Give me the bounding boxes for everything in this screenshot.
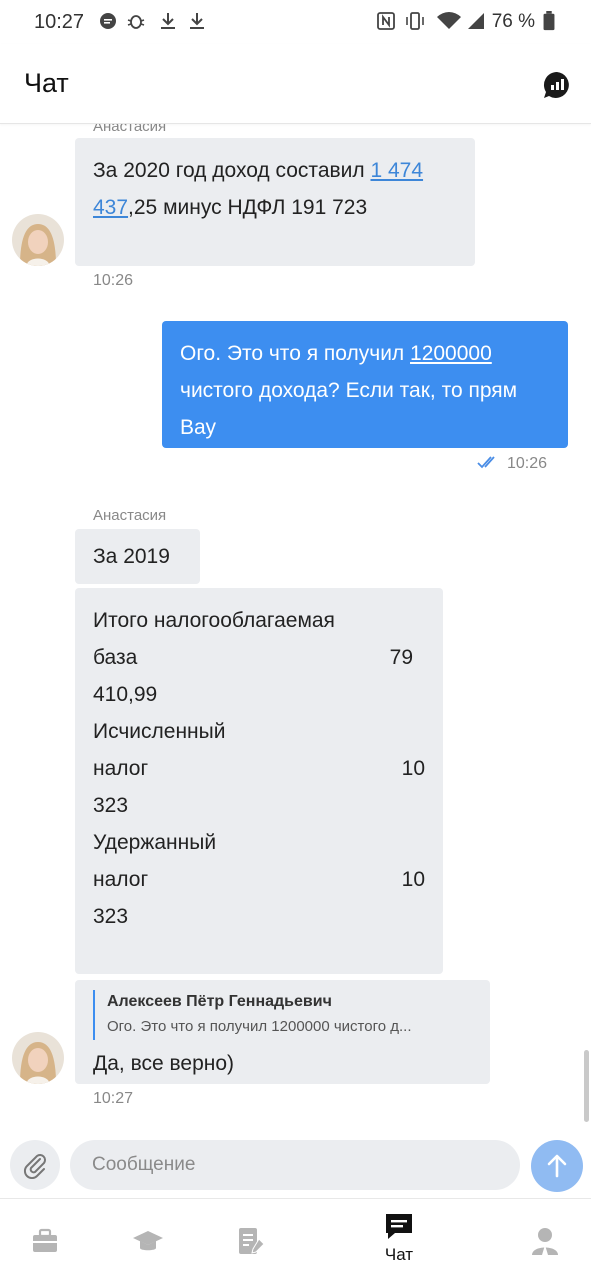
nfc-icon bbox=[377, 12, 395, 30]
download-icon bbox=[190, 13, 204, 29]
battery-icon bbox=[543, 11, 555, 31]
tax-label: налог bbox=[93, 868, 149, 891]
number-link[interactable]: 1200000 bbox=[410, 342, 492, 365]
message-time: 10:27 bbox=[93, 1090, 134, 1107]
app-header: Чат bbox=[0, 44, 591, 124]
message-bubble-icon bbox=[100, 13, 116, 29]
message-text: За 2019 bbox=[93, 545, 170, 568]
nav-item-label: Чат bbox=[384, 1245, 414, 1264]
vibrate-icon bbox=[406, 12, 424, 30]
graduation-cap-icon bbox=[133, 1231, 163, 1251]
send-button[interactable] bbox=[531, 1140, 583, 1192]
profile-icon bbox=[532, 1228, 558, 1255]
avatar[interactable] bbox=[12, 214, 64, 266]
message-text: За 2020 год доход составил bbox=[93, 159, 371, 182]
wifi-icon bbox=[437, 12, 461, 29]
message-time: 10:26 bbox=[507, 455, 548, 472]
sender-name: Анастасия bbox=[93, 507, 167, 524]
tax-value: 79 bbox=[389, 646, 413, 669]
tax-line: Итого налогооблагаемая bbox=[93, 602, 425, 639]
tax-row: налог 10 bbox=[93, 750, 425, 787]
tax-line: Удержанный bbox=[93, 824, 425, 861]
nav-item-education[interactable] bbox=[89, 1199, 207, 1280]
download-icon bbox=[161, 13, 175, 29]
document-edit-icon bbox=[239, 1228, 265, 1254]
message-list[interactable]: Анастасия За 2020 год доход составил 1 4… bbox=[0, 124, 591, 1132]
chat-icon bbox=[386, 1214, 412, 1239]
message-text: Итого налогооблагаемая bbox=[93, 609, 335, 632]
tax-label: налог bbox=[93, 757, 149, 780]
reply-quote[interactable]: Алексеев Пётр Геннадьевич Ого. Это что я… bbox=[93, 990, 472, 1040]
composer bbox=[0, 1132, 591, 1198]
tax-line: 323 bbox=[93, 787, 425, 824]
briefcase-icon bbox=[33, 1228, 57, 1252]
nav-item-chat[interactable]: Чат bbox=[340, 1199, 458, 1280]
incoming-message[interactable]: За 2020 год доход составил 1 474 437,25 … bbox=[75, 138, 475, 266]
incoming-message[interactable]: Итого налогооблагаемая база 79 410,99 Исч… bbox=[75, 588, 443, 974]
message-time: 10:26 bbox=[93, 272, 134, 289]
tax-line: Исчисленный bbox=[93, 713, 425, 750]
quote-text: Ого. Это что я получил 1200000 чистого д… bbox=[107, 1018, 412, 1035]
status-time: 10:27 bbox=[34, 11, 85, 33]
bottom-nav: Чат bbox=[0, 1198, 591, 1280]
message-text: чистого дохода? Если так, то прям Вау bbox=[180, 379, 518, 439]
status-bar: 10:27 76 % bbox=[0, 0, 591, 44]
message-text: 323 bbox=[93, 905, 129, 928]
attach-button[interactable] bbox=[10, 1140, 60, 1190]
tax-line: 410,99 bbox=[93, 676, 425, 713]
avatar[interactable] bbox=[12, 1032, 64, 1084]
tax-label: база bbox=[93, 646, 138, 669]
sender-name: Анастасия bbox=[93, 124, 167, 135]
message-text: Да, все верно) bbox=[93, 1052, 235, 1075]
avatar-photo bbox=[12, 214, 64, 266]
signal-icon bbox=[468, 13, 484, 29]
avatar-photo bbox=[12, 1032, 64, 1084]
outgoing-message[interactable]: Ого. Это что я получил 1200000 чистого д… bbox=[162, 321, 568, 448]
battery-percent: 76 % bbox=[491, 11, 535, 32]
incoming-reply-message[interactable]: Алексеев Пётр Геннадьевич Ого. Это что я… bbox=[75, 980, 490, 1084]
message-text: 323 bbox=[93, 794, 129, 817]
message-text: Исчисленный bbox=[93, 720, 226, 743]
message-text: Ого. Это что я получил bbox=[180, 342, 411, 365]
message-text: ,25 минус НДФЛ 191 723 bbox=[128, 196, 368, 219]
nav-item-documents[interactable] bbox=[192, 1199, 310, 1280]
tax-value: 10 bbox=[401, 757, 425, 780]
quote-author: Алексеев Пётр Геннадьевич bbox=[107, 993, 332, 1010]
nav-item-profile[interactable] bbox=[486, 1199, 591, 1280]
incoming-message[interactable]: За 2019 bbox=[75, 529, 200, 584]
page-title: Чат bbox=[24, 68, 69, 98]
message-input[interactable] bbox=[70, 1140, 520, 1190]
chat-stats-icon[interactable] bbox=[542, 70, 572, 100]
bug-icon bbox=[127, 15, 145, 29]
arrow-up-icon bbox=[547, 1154, 567, 1178]
tax-line: 323 bbox=[93, 898, 425, 935]
message-text: 410,99 bbox=[93, 683, 158, 706]
message-text: Удержанный bbox=[93, 831, 217, 854]
paperclip-icon bbox=[23, 1154, 46, 1179]
scrollbar[interactable] bbox=[584, 1050, 589, 1122]
tax-value: 10 bbox=[401, 868, 425, 891]
tax-row: налог 10 bbox=[93, 861, 425, 898]
double-check-icon bbox=[477, 456, 495, 469]
tax-row: база 79 bbox=[93, 639, 425, 676]
